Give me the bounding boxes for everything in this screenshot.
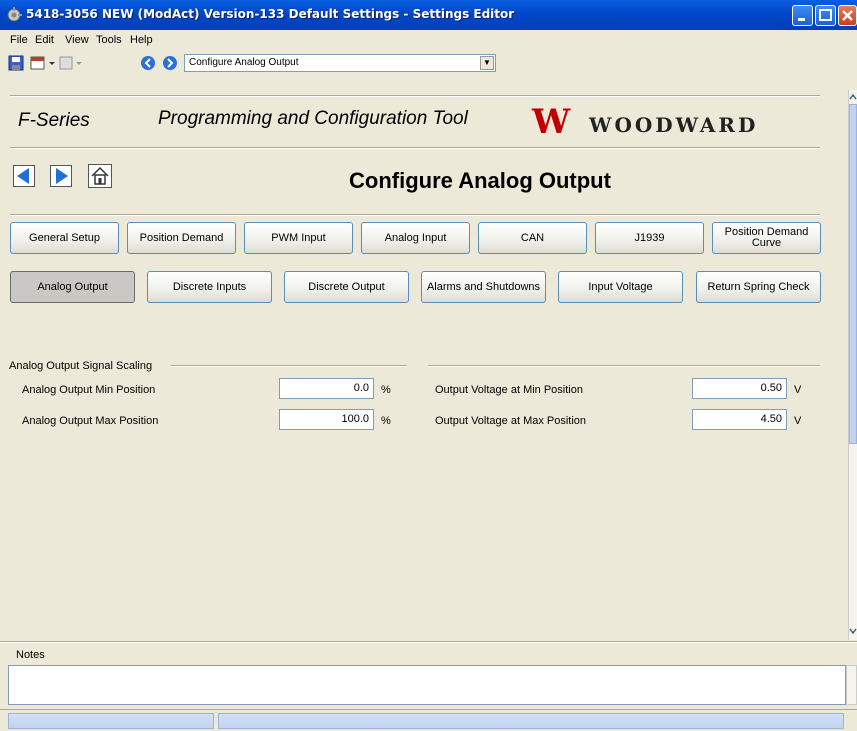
- dropdown-arrow-icon[interactable]: [75, 55, 83, 71]
- scroll-down-icon[interactable]: [849, 626, 857, 636]
- nav-discrete-output[interactable]: Discrete Output: [284, 271, 409, 303]
- close-button[interactable]: [838, 5, 857, 26]
- notes-scrollbar[interactable]: [846, 665, 857, 705]
- max-voltage-input[interactable]: 4.50: [692, 409, 787, 430]
- min-position-input[interactable]: 0.0: [279, 378, 374, 399]
- status-pane-left: [8, 713, 214, 729]
- minimize-icon: [798, 18, 805, 21]
- nav-general-setup[interactable]: General Setup: [10, 222, 119, 254]
- section-title: Analog Output Signal Scaling: [9, 360, 153, 372]
- notes-textarea[interactable]: [8, 665, 846, 705]
- nav-can[interactable]: CAN: [478, 222, 587, 254]
- scroll-thumb[interactable]: [849, 104, 857, 444]
- min-voltage-input[interactable]: 0.50: [692, 378, 787, 399]
- nav-position-demand[interactable]: Position Demand: [127, 222, 236, 254]
- nav-alarms-and-shutdowns[interactable]: Alarms and Shutdowns: [421, 271, 546, 303]
- nav-analog-output[interactable]: Analog Output: [10, 271, 135, 303]
- woodward-logo-text: WOODWARD: [589, 113, 759, 137]
- app-icon: [7, 7, 22, 22]
- status-pane-right: [218, 713, 844, 729]
- max-voltage-label: Output Voltage at Max Position: [435, 415, 587, 427]
- vertical-scrollbar[interactable]: [848, 90, 857, 640]
- maximize-button[interactable]: [815, 5, 836, 26]
- minimize-button[interactable]: [792, 5, 813, 26]
- home-button[interactable]: [88, 164, 112, 188]
- main-panel: F-Series Programming and Configuration T…: [0, 90, 848, 640]
- min-voltage-label: Output Voltage at Min Position: [435, 384, 583, 396]
- status-bar: [0, 709, 857, 731]
- nav-pwm-input[interactable]: PWM Input: [244, 222, 353, 254]
- arrow-left-icon: [17, 168, 29, 184]
- calendar-icon[interactable]: [30, 55, 46, 71]
- home-icon: [91, 166, 109, 185]
- forward-icon[interactable]: [162, 55, 178, 71]
- toolbar: Configure Analog Output ▼: [0, 50, 857, 90]
- close-icon: [842, 10, 853, 21]
- document-icon[interactable]: [58, 55, 74, 71]
- min-position-label: Analog Output Min Position: [22, 384, 156, 396]
- back-button[interactable]: [13, 165, 35, 187]
- nav-return-spring-check[interactable]: Return Spring Check: [696, 271, 821, 303]
- section-divider: [171, 365, 407, 367]
- menu-file[interactable]: File: [10, 34, 28, 46]
- menu-view[interactable]: View: [65, 34, 89, 46]
- menu-tools[interactable]: Tools: [96, 34, 122, 46]
- dropdown-arrow-icon[interactable]: [48, 55, 56, 71]
- max-position-input[interactable]: 100.0: [279, 409, 374, 430]
- page-title: Configure Analog Output: [349, 168, 611, 193]
- maximize-icon: [819, 9, 832, 21]
- notes-label: Notes: [16, 649, 45, 661]
- menu-help[interactable]: Help: [130, 34, 153, 46]
- window-title: 5418-3056 NEW (ModAct) Version-133 Defau…: [26, 7, 515, 21]
- save-icon[interactable]: [8, 55, 24, 71]
- page-select[interactable]: Configure Analog Output ▼: [184, 54, 496, 72]
- min-position-unit: %: [381, 384, 391, 396]
- max-position-label: Analog Output Max Position: [22, 415, 159, 427]
- title-bar: 5418-3056 NEW (ModAct) Version-133 Defau…: [0, 0, 857, 30]
- woodward-logo-mark: W: [532, 102, 570, 142]
- menu-bar: File Edit View Tools Help: [0, 30, 857, 50]
- back-icon[interactable]: [140, 55, 156, 71]
- header-divider: [10, 95, 820, 97]
- scroll-up-icon[interactable]: [849, 92, 857, 102]
- tool-name: Programming and Configuration Tool: [158, 108, 468, 129]
- nav-j1939[interactable]: J1939: [595, 222, 704, 254]
- nav-discrete-inputs[interactable]: Discrete Inputs: [147, 271, 272, 303]
- series-label: F-Series: [18, 110, 90, 131]
- title-divider: [10, 214, 820, 216]
- header-divider: [10, 147, 820, 149]
- notes-divider: [0, 641, 857, 643]
- menu-edit[interactable]: Edit: [35, 34, 54, 46]
- arrow-right-icon: [56, 168, 68, 184]
- forward-button[interactable]: [50, 165, 72, 187]
- nav-position-demand-curve[interactable]: Position Demand Curve: [712, 222, 821, 254]
- min-voltage-unit: V: [794, 384, 802, 396]
- page-select-value: Configure Analog Output: [189, 57, 299, 68]
- max-position-unit: %: [381, 415, 391, 427]
- nav-input-voltage[interactable]: Input Voltage: [558, 271, 683, 303]
- chevron-down-icon[interactable]: ▼: [480, 56, 494, 70]
- nav-analog-input[interactable]: Analog Input: [361, 222, 470, 254]
- max-voltage-unit: V: [794, 415, 802, 427]
- section-divider: [428, 365, 820, 367]
